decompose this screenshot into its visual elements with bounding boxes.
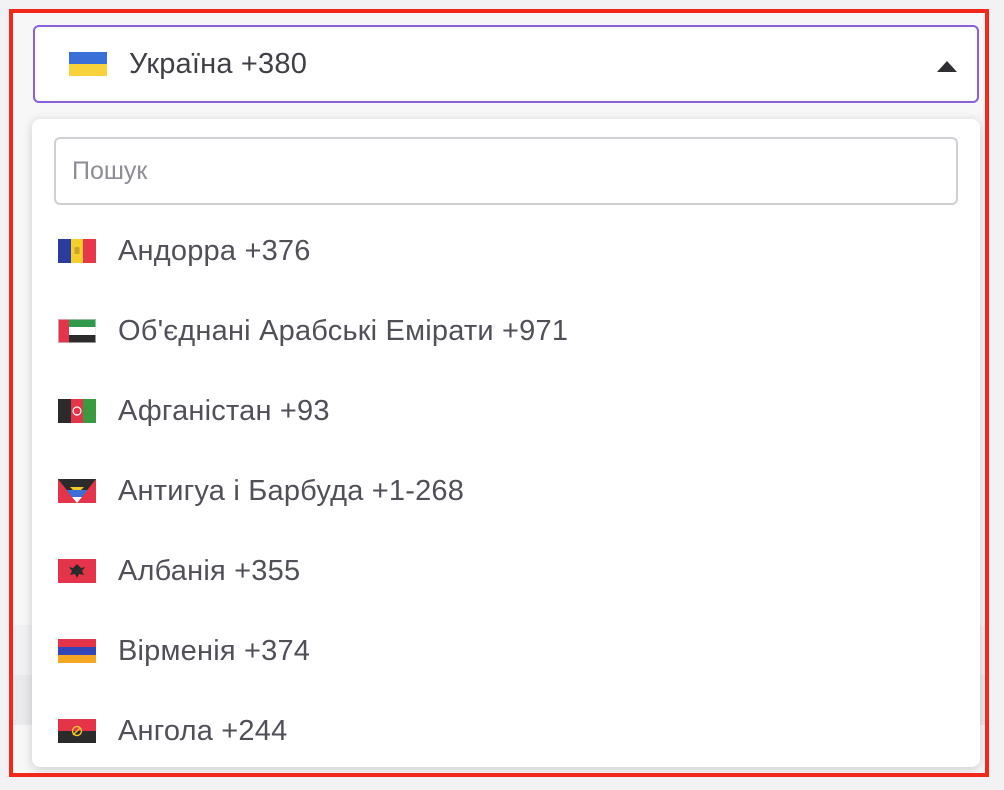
list-item[interactable]: Ангола +244 bbox=[32, 691, 980, 767]
list-item-label: Андорра +376 bbox=[118, 234, 311, 267]
armenia-flag-icon bbox=[58, 639, 96, 663]
list-item-label: Ангола +244 bbox=[118, 714, 288, 747]
angola-flag-icon bbox=[58, 719, 96, 743]
search-input[interactable] bbox=[54, 137, 958, 205]
country-code-select[interactable]: Україна +380 bbox=[33, 25, 979, 103]
list-item[interactable]: Об'єднані Арабські Емірати +971 bbox=[32, 291, 980, 371]
list-item-label: Афганістан +93 bbox=[118, 394, 330, 427]
list-item[interactable]: Албанія +355 bbox=[32, 531, 980, 611]
uae-flag-icon bbox=[58, 319, 96, 343]
list-item[interactable]: Антигуа і Барбуда +1-268 bbox=[32, 451, 980, 531]
andorra-flag-icon bbox=[58, 239, 96, 263]
list-item[interactable]: Афганістан +93 bbox=[32, 371, 980, 451]
list-item[interactable]: Андорра +376 bbox=[32, 211, 980, 291]
antigua-barbuda-flag-icon bbox=[58, 479, 96, 503]
list-item[interactable]: Вірменія +374 bbox=[32, 611, 980, 691]
list-item-label: Вірменія +374 bbox=[118, 634, 311, 667]
list-item-label: Антигуа і Барбуда +1-268 bbox=[118, 474, 465, 507]
albania-flag-icon bbox=[58, 559, 96, 583]
afghanistan-flag-icon bbox=[58, 399, 96, 423]
caret-up-icon[interactable] bbox=[937, 61, 957, 72]
country-list: Андорра +376 Об'єднані Арабські Емірати … bbox=[32, 211, 980, 767]
list-item-label: Об'єднані Арабські Емірати +971 bbox=[118, 314, 569, 347]
ukraine-flag-icon bbox=[69, 52, 107, 76]
list-item-label: Албанія +355 bbox=[118, 554, 301, 587]
selected-country-label: Україна +380 bbox=[129, 47, 308, 80]
country-dropdown: Андорра +376 Об'єднані Арабські Емірати … bbox=[32, 119, 980, 767]
highlight-frame: Україна +380 Андорра +376 bbox=[9, 9, 989, 777]
